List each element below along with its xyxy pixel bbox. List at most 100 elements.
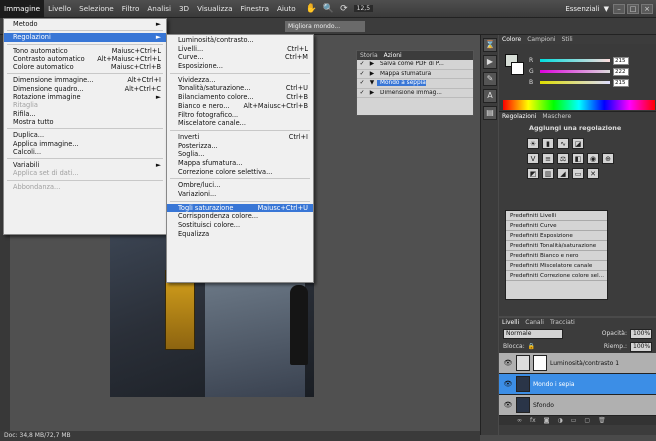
- channel-mixer-icon[interactable]: ⊕: [602, 153, 614, 164]
- adjustments-menu-item[interactable]: Curve... Ctrl+M: [167, 53, 313, 62]
- channel-value-field[interactable]: 215: [613, 78, 629, 87]
- link-icon[interactable]: ∞: [517, 416, 522, 425]
- expand-arrow-icon[interactable]: ▶: [367, 61, 377, 67]
- menu-4[interactable]: Analisi: [143, 0, 175, 18]
- checkmark-icon[interactable]: ✓: [357, 90, 367, 96]
- checkmark-icon[interactable]: ✓: [357, 71, 367, 77]
- action-row[interactable]: ✓ ▼ Mondo a seppia: [357, 79, 473, 89]
- adjustments-menu-item[interactable]: Soglia...: [167, 150, 313, 159]
- brush-icon[interactable]: ✎: [483, 72, 497, 86]
- preset-item[interactable]: Predefiniti Tonalità/saturazione: [506, 241, 607, 251]
- expand-arrow-icon[interactable]: ▶: [367, 71, 377, 77]
- menu-5[interactable]: 3D: [175, 0, 193, 18]
- image-menu-item[interactable]: Dimensione immagine... Alt+Ctrl+I: [4, 76, 166, 84]
- preset-item[interactable]: Predefiniti Miscelatore canale: [506, 261, 607, 271]
- tab-adjust-0[interactable]: Regolazioni: [502, 112, 536, 121]
- image-menu-item[interactable]: Colore automatico Maiusc+Ctrl+B: [4, 63, 166, 71]
- eye-icon[interactable]: 👁: [503, 401, 513, 409]
- channel-slider[interactable]: [540, 70, 610, 73]
- adjustments-menu-item[interactable]: Correzione colore selettiva...: [167, 168, 313, 177]
- tab-adjust-1[interactable]: Maschere: [542, 112, 571, 121]
- image-menu-item[interactable]: Dimensione quadro... Alt+Ctrl+C: [4, 85, 166, 93]
- action-row[interactable]: ✓ ▶ Mappa sfumatura: [357, 70, 473, 79]
- menu-7[interactable]: Finestra: [236, 0, 273, 18]
- folder-icon[interactable]: ▭: [571, 416, 577, 425]
- expand-arrow-icon[interactable]: ▶: [367, 90, 377, 96]
- preset-item[interactable]: Predefiniti Livelli: [506, 211, 607, 221]
- tab-color-0[interactable]: Colore: [502, 35, 521, 44]
- image-menu-item[interactable]: Applica immagine...: [4, 140, 166, 148]
- menu-8[interactable]: Aiuto: [273, 0, 300, 18]
- maximize-button[interactable]: □: [627, 3, 639, 14]
- exposure-icon[interactable]: ◪: [572, 138, 584, 149]
- blend-mode-select[interactable]: Normale: [503, 328, 563, 339]
- preset-item[interactable]: Predefiniti Correzione colore sel...: [506, 271, 607, 281]
- action-row[interactable]: ✓ ▶ Salva come PDF di P...: [357, 60, 473, 70]
- image-menu-item[interactable]: Regolazioni ►: [4, 33, 166, 42]
- fx-icon[interactable]: fx: [530, 416, 536, 425]
- action-row[interactable]: ✓ ▶ Dimensione immag...: [357, 89, 473, 98]
- menu-2[interactable]: Selezione: [75, 0, 118, 18]
- adjustments-menu-item[interactable]: Bilanciamento colore... Ctrl+B: [167, 93, 313, 102]
- image-menu-item[interactable]: Rifila...: [4, 110, 166, 118]
- checkmark-icon[interactable]: ✓: [357, 61, 367, 67]
- adjustments-menu-item[interactable]: Ombre/luci...: [167, 181, 313, 190]
- tab-color-2[interactable]: Stili: [562, 35, 573, 44]
- tab-layers-2[interactable]: Tracciati: [550, 318, 575, 327]
- menu-6[interactable]: Visualizza: [193, 0, 236, 18]
- document-tab[interactable]: Migliora mondo...: [285, 21, 365, 32]
- checkmark-icon[interactable]: ✓: [357, 80, 367, 86]
- tab-layers-1[interactable]: Canali: [525, 318, 544, 327]
- image-menu-item[interactable]: Variabili ►: [4, 161, 166, 169]
- preset-item[interactable]: Predefiniti Esposizione: [506, 231, 607, 241]
- image-menu-item[interactable]: Metodo ►: [4, 20, 166, 28]
- adjustments-menu-item[interactable]: Posterizza...: [167, 142, 313, 151]
- eye-icon[interactable]: 👁: [503, 359, 513, 367]
- layer-row[interactable]: 👁 Sfondo: [499, 395, 656, 416]
- rotate-view-icon[interactable]: ⟳: [340, 4, 348, 14]
- background-swatch[interactable]: [511, 62, 524, 75]
- tab-layers-0[interactable]: Livelli: [502, 318, 519, 327]
- adjustments-menu-item[interactable]: Bianco e nero... Alt+Maiusc+Ctrl+B: [167, 102, 313, 111]
- levels-icon[interactable]: ▮: [542, 138, 554, 149]
- image-menu-item[interactable]: Duplica...: [4, 131, 166, 139]
- adjustments-menu-item[interactable]: Variazioni...: [167, 190, 313, 199]
- workspace-selector[interactable]: Essenziali ▼: [565, 5, 613, 13]
- adjustments-menu-item[interactable]: Luminosità/contrasto...: [167, 36, 313, 45]
- minimize-button[interactable]: –: [613, 3, 625, 14]
- adjustments-menu-item[interactable]: Miscelatore canale...: [167, 119, 313, 128]
- new-layer-icon[interactable]: ▢: [584, 416, 590, 425]
- adjustments-menu-item[interactable]: Livelli... Ctrl+L: [167, 45, 313, 54]
- layers-dock-icon[interactable]: ▤: [483, 106, 497, 120]
- channel-slider[interactable]: [540, 81, 610, 84]
- adjustments-menu-item[interactable]: Equalizza: [167, 230, 313, 239]
- image-menu-item[interactable]: Calcoli...: [4, 148, 166, 156]
- trash-icon[interactable]: 🗑: [598, 416, 606, 425]
- new-adjustment-icon[interactable]: ◑: [558, 416, 563, 425]
- posterize-icon[interactable]: ▥: [542, 168, 554, 179]
- fill-field[interactable]: 100%: [630, 341, 652, 352]
- zoom-tool-icon[interactable]: 🔍: [323, 4, 334, 14]
- tab-color-1[interactable]: Campioni: [527, 35, 555, 44]
- photo-filter-icon[interactable]: ◉: [587, 153, 599, 164]
- adjustments-menu-item[interactable]: Inverti Ctrl+I: [167, 133, 313, 142]
- image-menu-item[interactable]: Rotazione immagine ►: [4, 93, 166, 101]
- adjustments-menu-item[interactable]: Filtro fotografico...: [167, 111, 313, 120]
- expand-arrow-icon[interactable]: ▼: [367, 80, 377, 86]
- close-button[interactable]: ×: [641, 3, 653, 14]
- adjustments-menu-item[interactable]: Sostituisci colore...: [167, 221, 313, 230]
- color-spectrum[interactable]: [503, 100, 655, 110]
- adjustments-menu-item[interactable]: Vividezza...: [167, 76, 313, 85]
- selective-color-icon[interactable]: ✕: [587, 168, 599, 179]
- mask-icon[interactable]: ◙: [544, 416, 550, 425]
- adjustments-menu-item[interactable]: Corrispondenza colore...: [167, 212, 313, 221]
- adjustments-menu-item[interactable]: Esposizione...: [167, 62, 313, 71]
- threshold-icon[interactable]: ◢: [557, 168, 569, 179]
- hand-tool-icon[interactable]: ✋: [306, 4, 317, 14]
- actions-icon[interactable]: ▶: [483, 55, 497, 69]
- image-menu-item[interactable]: Mostra tutto: [4, 118, 166, 126]
- channel-slider[interactable]: [540, 59, 610, 62]
- zoom-level[interactable]: 12,5: [353, 5, 374, 12]
- adjustments-menu-item[interactable]: Togli saturazione Maiusc+Ctrl+U: [167, 203, 313, 213]
- adjustments-menu-item[interactable]: Mappa sfumatura...: [167, 159, 313, 168]
